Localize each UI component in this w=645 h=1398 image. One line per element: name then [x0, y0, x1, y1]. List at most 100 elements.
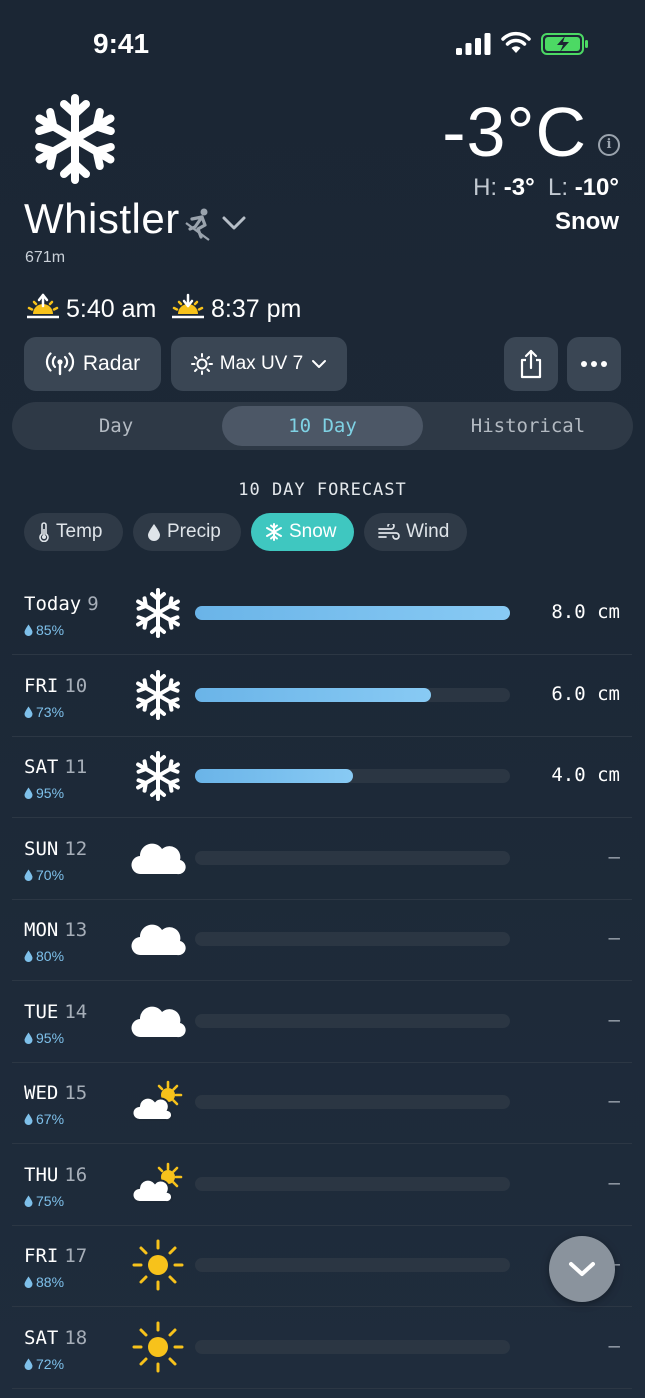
thermometer-icon [39, 522, 49, 542]
day-date: 10 [64, 674, 88, 697]
day-date: 12 [64, 837, 88, 860]
precip-value: 75% [36, 1192, 65, 1209]
more-button[interactable] [567, 337, 621, 391]
precip-chance: 75% [24, 1193, 64, 1209]
share-icon [520, 349, 542, 379]
radar-button[interactable]: Radar [24, 337, 161, 391]
chip-snow[interactable]: Snow [251, 513, 354, 551]
info-icon[interactable]: i [598, 134, 620, 156]
precip-chance: 80% [24, 948, 64, 964]
chip-precip-label: Precip [167, 521, 221, 542]
precip-chance: 95% [24, 785, 64, 801]
raindrop-icon [24, 1113, 33, 1125]
precip-chance: 95% [24, 1030, 64, 1046]
forecast-day: SUN 12 [24, 838, 87, 860]
sunrise-time: 5:40 am [66, 295, 157, 323]
forecast-row[interactable]: FRI 10 73% 6.0 cm [12, 655, 632, 737]
location-name[interactable]: Whistler [24, 195, 180, 243]
forecast-row[interactable]: SAT 11 95% 4.0 cm [12, 736, 632, 818]
precip-value: 95% [36, 1029, 65, 1046]
forecast-row[interactable]: FRI17 88% – [12, 1225, 632, 1307]
chip-precip[interactable]: Precip [133, 513, 241, 551]
low-value: -10° [574, 174, 619, 201]
sunset-time: 8:37 pm [211, 295, 302, 323]
snow-amount: 8.0 cm [551, 601, 620, 623]
snow-bar-track [195, 850, 510, 865]
cloud-icon [130, 830, 186, 886]
day-name: TUE [24, 1000, 59, 1023]
wifi-icon [501, 31, 531, 53]
precip-chance: 73% [24, 704, 64, 720]
raindrop-icon [24, 706, 33, 718]
snow-bar-track [195, 1339, 510, 1354]
raindrop-icon [24, 950, 33, 962]
forecast-day: THU 16 [24, 1164, 87, 1186]
segment-historical[interactable]: Historical [423, 402, 633, 450]
status-bar: 9:41 [0, 0, 645, 88]
skier-icon [185, 208, 210, 241]
high-low: H: -3° L: -10° [473, 174, 619, 202]
day-name: SAT [24, 1326, 59, 1349]
forecast-day: WED 15 [24, 1082, 87, 1104]
snow-bar-track [195, 1258, 510, 1272]
precip-chance: 70% [24, 867, 64, 883]
segment-day[interactable]: Day [12, 402, 220, 450]
precip-value: 85% [36, 622, 65, 638]
day-name: FRI [24, 674, 59, 697]
forecast-row[interactable]: Today 9 85% 8.0 cm [12, 573, 632, 655]
snow-bar-track [195, 606, 510, 620]
chip-snow-label: Snow [289, 521, 337, 542]
precip-chance: 85% [24, 622, 64, 638]
day-date: 16 [64, 1163, 88, 1186]
view-segmented-control: Day 10 Day Historical [12, 402, 633, 450]
chevron-down-icon[interactable] [221, 214, 247, 232]
day-name: FRI [24, 1245, 59, 1267]
snow-bar-track [195, 687, 510, 702]
snow-bar-track [195, 1095, 510, 1109]
share-button[interactable] [504, 337, 558, 391]
sun-icon [130, 1319, 186, 1375]
raindrop-icon [24, 1358, 33, 1370]
high-label: H: [473, 174, 498, 201]
precip-chance: 72% [24, 1356, 64, 1372]
chip-temp-label: Temp [56, 521, 103, 542]
chevron-down-icon [569, 1262, 595, 1276]
day-date: 14 [64, 1000, 88, 1023]
day-date: 11 [64, 756, 88, 778]
segment-10-day[interactable]: 10 Day [222, 406, 423, 446]
precip-value: 70% [36, 866, 65, 883]
uv-sun-icon [190, 353, 213, 375]
high-value: -3° [503, 174, 535, 201]
uv-label: Max UV 7 [219, 353, 304, 374]
forecast-row[interactable]: THU 16 75% – [12, 1144, 632, 1226]
snowflake-icon [28, 94, 122, 186]
day-name: MON [24, 919, 59, 941]
scroll-down-button[interactable] [549, 1236, 615, 1302]
snowflake-icon [130, 748, 186, 804]
forecast-row[interactable]: TUE 14 95% – [12, 981, 632, 1063]
chevron-down-icon [312, 360, 327, 368]
forecast-row[interactable]: MON 13 80% – [12, 899, 632, 981]
chip-temp[interactable]: Temp [24, 513, 123, 551]
forecast-title: 10 DAY FORECAST [238, 480, 407, 500]
forecast-day: SAT 11 [24, 756, 87, 778]
forecast-day: SAT 18 [24, 1327, 87, 1349]
forecast-row[interactable]: WED 15 67% – [12, 1062, 632, 1144]
day-date: 13 [64, 919, 88, 941]
ellipsis-icon [581, 361, 607, 367]
forecast-row[interactable]: SUN 12 70% – [12, 818, 632, 900]
wind-icon [378, 524, 400, 540]
snowflake-icon [266, 523, 282, 541]
uv-button[interactable]: Max UV 7 [171, 337, 347, 391]
day-date: 15 [64, 1082, 88, 1104]
precip-value: 95% [36, 785, 65, 801]
chip-wind[interactable]: Wind [364, 513, 467, 551]
battery-charging-icon [541, 33, 588, 55]
forecast-row[interactable]: SAT 18 72% – [12, 1307, 632, 1389]
snow-amount: – [608, 1334, 620, 1357]
partly-sunny-icon [130, 1074, 186, 1130]
forecast-day: TUE 14 [24, 1001, 87, 1023]
precip-value: 73% [36, 703, 65, 720]
snow-bar-fill [195, 687, 432, 702]
precip-chance: 88% [24, 1274, 64, 1290]
